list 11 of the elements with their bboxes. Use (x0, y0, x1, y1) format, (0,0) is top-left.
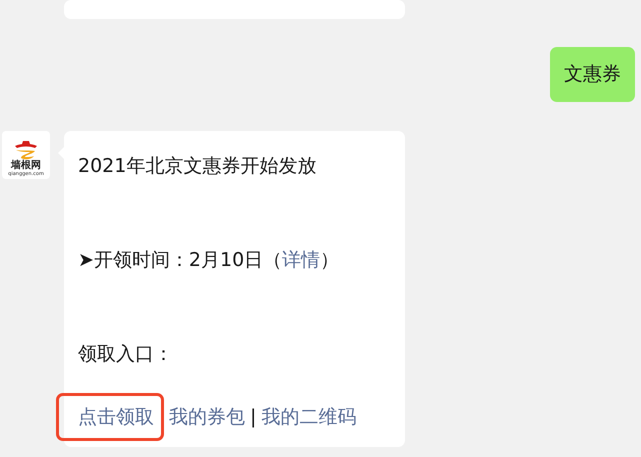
link[interactable]: 我的二维码 (261, 406, 356, 428)
highlighted-link[interactable]: 点击领取 (56, 392, 164, 440)
message-text: 2021年北京文惠券开始发放 (78, 154, 316, 176)
link[interactable]: 详情 (282, 248, 320, 270)
message-text: | (250, 406, 256, 428)
message-text: 领取入口： (78, 342, 173, 364)
link[interactable]: 我的券包 (169, 406, 245, 428)
message-bubble: 文惠券 (550, 47, 635, 102)
message-text: ） (320, 248, 340, 270)
logo-text: 墙根网 (11, 160, 41, 170)
message-text: ➤开领时间：2月10日（ (78, 248, 282, 270)
